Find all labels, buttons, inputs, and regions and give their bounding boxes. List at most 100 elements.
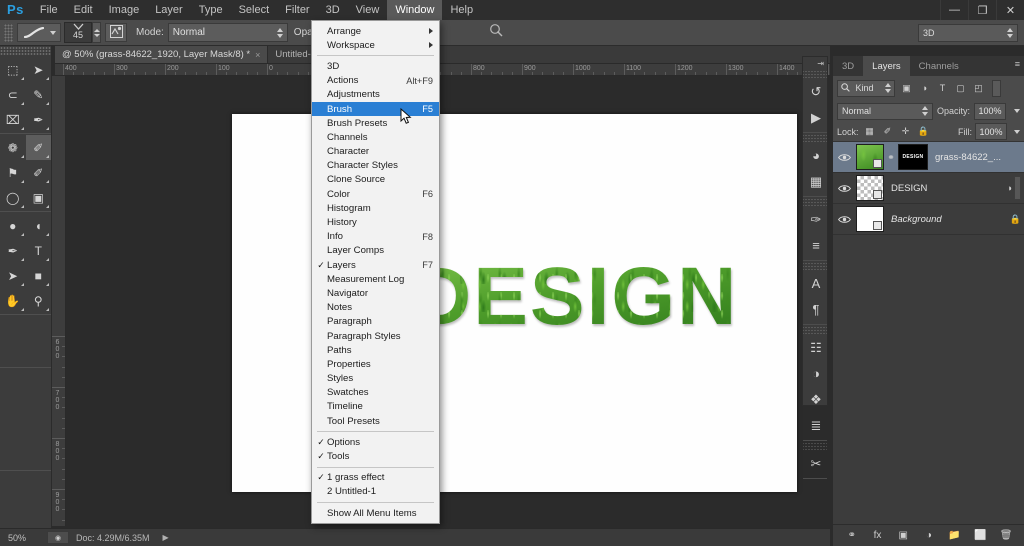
crop-tool[interactable]: ⌧: [0, 107, 26, 132]
menu-filter[interactable]: Filter: [277, 0, 317, 20]
layer-row[interactable]: DESIGN ◑: [833, 173, 1024, 204]
menu-view[interactable]: View: [348, 0, 388, 20]
lock-all-icon[interactable]: 🔒: [916, 124, 932, 140]
panel-tab-3d[interactable]: 3D: [833, 56, 863, 76]
swatches-panel-icon[interactable]: ▦: [803, 168, 829, 194]
dock-group-grip[interactable]: [803, 443, 827, 450]
expand-arrow-icon[interactable]: ▶: [163, 533, 169, 542]
filter-type-icon[interactable]: T: [934, 80, 951, 97]
quick-selection-tool[interactable]: ✎: [26, 82, 52, 107]
rectangle-tool[interactable]: ■: [26, 263, 52, 288]
opacity-slider-chevron-icon[interactable]: [1014, 109, 1020, 113]
brush-preset-picker[interactable]: [17, 23, 61, 42]
actions-panel-icon[interactable]: ▶: [803, 104, 829, 130]
dodge-tool[interactable]: ◖: [26, 213, 52, 238]
brush-panel-icon[interactable]: ✑: [803, 206, 829, 232]
lock-transparent-pixels-icon[interactable]: ▦: [862, 124, 878, 140]
menu-item-arrange[interactable]: Arrange: [312, 24, 439, 38]
eye-icon[interactable]: [835, 148, 853, 166]
menu-item-clone-source[interactable]: Clone Source: [312, 173, 439, 187]
layer-opacity-value[interactable]: 100%: [974, 102, 1006, 120]
menu-item-2-untitled-1[interactable]: 2 Untitled-1: [312, 485, 439, 499]
menu-item-properties[interactable]: Properties: [312, 357, 439, 371]
minimize-button[interactable]: —: [940, 0, 968, 20]
workspace-switcher[interactable]: 3D: [918, 24, 1018, 42]
dock-group-grip[interactable]: [803, 135, 827, 142]
link-layers-icon[interactable]: ⚭: [843, 527, 860, 544]
layer-row[interactable]: ⚭ DESIGN grass-84622_...: [833, 142, 1024, 173]
panel-tab-channels[interactable]: Channels: [910, 56, 968, 76]
layer-fill-value[interactable]: 100%: [975, 123, 1007, 140]
menu-item-measurement-log[interactable]: Measurement Log: [312, 272, 439, 286]
menu-item-workspace[interactable]: Workspace: [312, 38, 439, 52]
menu-item-show-all-menu-items[interactable]: Show All Menu Items: [312, 506, 439, 520]
paragraph-panel-icon[interactable]: ¶: [803, 296, 829, 322]
dock-group-grip[interactable]: [803, 263, 827, 270]
menu-item-history[interactable]: History: [312, 215, 439, 229]
brush-tool[interactable]: ✐: [25, 135, 51, 160]
lasso-tool[interactable]: ⊂: [0, 82, 26, 107]
horizontal-type-tool[interactable]: T: [26, 238, 52, 263]
menu-item-swatches[interactable]: Swatches: [312, 386, 439, 400]
zoom-tool[interactable]: ⚲: [26, 288, 52, 313]
layer-effects-icon[interactable]: ◑: [1007, 183, 1012, 193]
airbrush-toggle[interactable]: [485, 23, 507, 43]
menu-window[interactable]: Window: [387, 0, 443, 20]
eye-icon[interactable]: [835, 210, 853, 228]
menu-item-brush-presets[interactable]: Brush Presets: [312, 116, 439, 130]
path-selection-tool[interactable]: ➤: [0, 263, 26, 288]
lock-image-pixels-icon[interactable]: ✐: [880, 124, 896, 140]
menu-item-paragraph[interactable]: Paragraph: [312, 315, 439, 329]
menu-item-3d[interactable]: 3D: [312, 59, 439, 73]
gradient-tool[interactable]: ▣: [26, 185, 52, 210]
menu-item-channels[interactable]: Channels: [312, 130, 439, 144]
menu-item-actions[interactable]: Actions Alt+F9: [312, 74, 439, 88]
menu-item-notes[interactable]: Notes: [312, 301, 439, 315]
layer-thumbnail[interactable]: [856, 175, 884, 201]
menu-help[interactable]: Help: [442, 0, 481, 20]
layer-filter-kind-select[interactable]: Kind: [837, 79, 895, 97]
history-panel-icon[interactable]: ↺: [803, 78, 829, 104]
filter-adjustment-icon[interactable]: ◑: [916, 80, 933, 97]
menu-item-options[interactable]: ✓ Options: [312, 435, 439, 449]
blend-mode-select[interactable]: Normal: [167, 23, 288, 42]
hand-tool[interactable]: ✋: [0, 288, 26, 313]
add-layer-mask-icon[interactable]: ▣: [895, 527, 912, 544]
menu-item-info[interactable]: Info F8: [312, 230, 439, 244]
character-panel-icon[interactable]: A: [803, 270, 829, 296]
document-tab[interactable]: @ 50% (grass-84622_1920, Layer Mask/8) *…: [55, 46, 269, 63]
move-tool[interactable]: ➤: [26, 57, 52, 82]
menu-select[interactable]: Select: [231, 0, 278, 20]
menu-type[interactable]: Type: [191, 0, 231, 20]
collapse-panels-icon[interactable]: ⇥: [803, 57, 827, 69]
menu-item-tool-presets[interactable]: Tool Presets: [312, 414, 439, 428]
brush-presets-panel-icon[interactable]: ≡: [803, 232, 829, 258]
properties-panel-icon[interactable]: ☷: [803, 334, 829, 360]
menu-3d[interactable]: 3D: [318, 0, 348, 20]
eyedropper-tool[interactable]: ✒: [26, 107, 52, 132]
dock-group-grip[interactable]: [803, 199, 827, 206]
layer-row[interactable]: Background 🔒: [833, 204, 1024, 235]
canvas-area[interactable]: DESIGN: [66, 76, 830, 526]
panel-menu-icon[interactable]: ≡: [1015, 60, 1020, 69]
panel-scrollbar[interactable]: [1014, 176, 1021, 200]
menu-image[interactable]: Image: [101, 0, 148, 20]
menu-item-histogram[interactable]: Histogram: [312, 201, 439, 215]
new-group-icon[interactable]: 📁: [946, 527, 963, 544]
brush-size-field[interactable]: 45: [64, 22, 92, 43]
delete-layer-icon[interactable]: 🗑: [998, 527, 1015, 544]
link-mask-icon[interactable]: ⚭: [887, 152, 895, 163]
tools-panel-grip[interactable]: [0, 46, 51, 56]
adjustments-panel-icon[interactable]: ◑: [803, 360, 829, 386]
new-adjustment-layer-icon[interactable]: ◑: [920, 527, 937, 544]
menu-item-tools[interactable]: ✓ Tools: [312, 449, 439, 463]
menu-item-character[interactable]: Character: [312, 145, 439, 159]
menu-item-navigator[interactable]: Navigator: [312, 286, 439, 300]
menu-item-layers[interactable]: ✓ Layers F7: [312, 258, 439, 272]
filter-smart-object-icon[interactable]: ◰: [970, 80, 987, 97]
document-icon[interactable]: ◉: [47, 531, 69, 544]
history-brush-tool[interactable]: ✐: [26, 160, 52, 185]
filter-toggle[interactable]: [992, 79, 1001, 97]
close-tab-icon[interactable]: ×: [255, 50, 260, 60]
menu-item-color[interactable]: Color F6: [312, 187, 439, 201]
